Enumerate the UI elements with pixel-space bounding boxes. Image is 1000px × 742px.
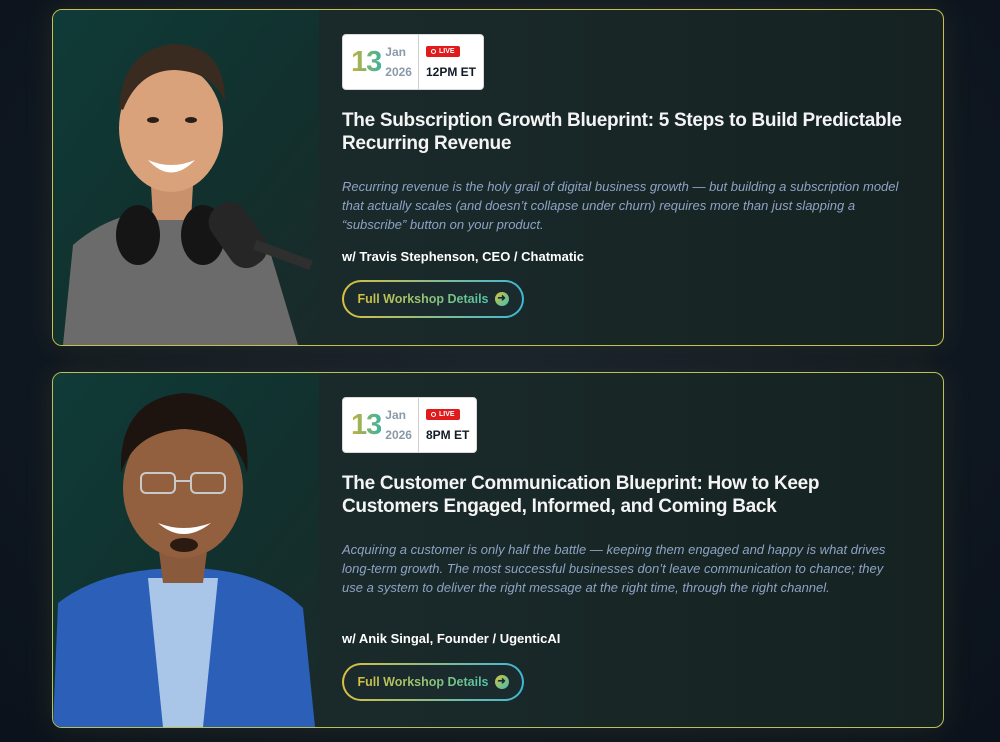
broadcast-icon bbox=[430, 411, 436, 417]
workshop-title: The Subscription Growth Blueprint: 5 Ste… bbox=[342, 110, 902, 154]
date-badge: 13 Jan 2026 LIVE 8PM ET bbox=[342, 397, 478, 453]
button-label: Full Workshop Details bbox=[357, 292, 489, 306]
live-label: LIVE bbox=[438, 410, 455, 418]
speaker-line: w/ Anik Singal, Founder / UgenticAI bbox=[342, 631, 561, 646]
date-day: 13 bbox=[351, 45, 382, 78]
workshop-title: The Customer Communication Blueprint: Ho… bbox=[342, 473, 820, 517]
date-year: 2026 bbox=[385, 65, 412, 79]
workshop-card: 13 Jan 2026 LIVE 8PM ET The Customer Com… bbox=[52, 372, 944, 728]
date-month: Jan bbox=[385, 45, 406, 59]
date-day: 13 bbox=[351, 408, 382, 441]
live-label: LIVE bbox=[438, 47, 455, 55]
speaker-line: w/ Travis Stephenson, CEO / Chatmatic bbox=[342, 249, 585, 264]
workshop-list-page: 13 Jan 2026 LIVE 12PM ET The Subscriptio… bbox=[0, 0, 1000, 742]
date-badge: 13 Jan 2026 LIVE 12PM ET bbox=[342, 34, 484, 90]
date-month: Jan bbox=[385, 408, 406, 422]
workshop-description: Acquiring a customer is only half the ba… bbox=[342, 542, 886, 595]
arrow-right-icon: ➜ bbox=[494, 292, 509, 306]
workshop-description: Recurring revenue is the holy grail of d… bbox=[342, 179, 899, 232]
full-workshop-details-button[interactable]: Full Workshop Details ➜ bbox=[342, 280, 524, 318]
button-label: Full Workshop Details bbox=[357, 675, 489, 689]
live-badge: LIVE bbox=[425, 408, 460, 420]
broadcast-icon bbox=[430, 48, 436, 54]
workshop-card: 13 Jan 2026 LIVE 12PM ET The Subscriptio… bbox=[52, 9, 944, 346]
speaker-photo bbox=[53, 10, 319, 345]
date-year: 2026 bbox=[385, 428, 412, 442]
event-time: 8PM ET bbox=[425, 427, 470, 442]
arrow-right-icon: ➜ bbox=[494, 675, 509, 689]
event-time: 12PM ET bbox=[425, 64, 476, 79]
live-badge: LIVE bbox=[425, 45, 460, 57]
full-workshop-details-button[interactable]: Full Workshop Details ➜ bbox=[342, 663, 524, 701]
speaker-photo bbox=[53, 373, 319, 727]
